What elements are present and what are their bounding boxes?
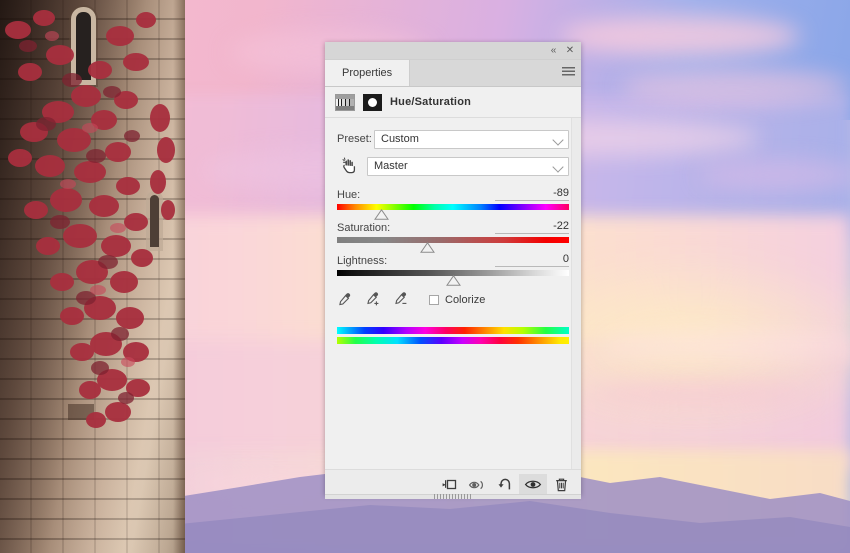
chevron-down-icon	[552, 160, 564, 173]
lightness-slider-track[interactable]	[337, 270, 569, 286]
tab-properties[interactable]: Properties	[325, 60, 411, 86]
source-hue-spectrum-bar[interactable]	[337, 327, 569, 334]
colorize-label: Colorize	[445, 293, 486, 306]
result-hue-spectrum-bar[interactable]	[337, 337, 569, 344]
hue-value-field[interactable]: -89	[495, 187, 569, 201]
spectrum-bars	[325, 327, 581, 344]
panel-vertical-scrollbar[interactable]	[571, 118, 581, 469]
preset-dropdown[interactable]: Custom	[374, 129, 569, 149]
channel-row: Master	[325, 155, 581, 177]
lightness-value: 0	[562, 253, 569, 265]
saturation-gradient-bar	[337, 237, 569, 243]
panel-title-bar: « ✕	[325, 42, 581, 60]
channel-value: Master	[374, 160, 408, 172]
cloud	[600, 330, 850, 360]
lightness-value-field[interactable]: 0	[495, 253, 569, 267]
hue-slider-track[interactable]	[337, 204, 569, 220]
colorize-checkbox-box[interactable]	[429, 294, 439, 305]
adjustment-header: Hue/Saturation	[325, 87, 581, 118]
hue-gradient-bar	[337, 204, 569, 210]
cloud	[590, 380, 810, 406]
saturation-value-field[interactable]: -22	[495, 220, 569, 234]
tab-properties-label: Properties	[342, 67, 393, 79]
clip-to-layer-button[interactable]	[435, 474, 463, 496]
panel-tab-bar: Properties	[325, 60, 581, 87]
adjustment-title: Hue/Saturation	[390, 96, 472, 108]
lightness-label: Lightness:	[337, 255, 388, 267]
hue-slider-thumb[interactable]	[374, 209, 390, 220]
preset-label: Preset:	[337, 133, 372, 145]
preset-row: Preset: Custom	[325, 128, 581, 150]
on-image-adjustment-hand-icon[interactable]	[337, 156, 361, 176]
layer-mask-thumbnail-icon[interactable]	[363, 93, 382, 111]
saturation-slider-track[interactable]	[337, 237, 569, 253]
view-previous-state-button[interactable]	[463, 474, 491, 496]
eyedropper-subtract-from-sample-icon[interactable]	[393, 292, 408, 307]
close-panel-button[interactable]: ✕	[563, 44, 577, 57]
eyedropper-sample-icon[interactable]	[337, 292, 352, 307]
panel-body: Preset: Custom Master Hue: -89 Saturatio…	[325, 118, 581, 469]
hue-slider-block: Hue: -89	[325, 186, 581, 220]
chevron-down-icon	[552, 133, 564, 146]
collapse-to-icons-button[interactable]: «	[546, 44, 560, 57]
hue-value: -89	[553, 187, 569, 199]
toggle-layer-visibility-button[interactable]	[519, 473, 547, 496]
saturation-value: -22	[553, 220, 569, 232]
lightness-slider-thumb[interactable]	[445, 275, 461, 286]
cloud	[620, 70, 850, 104]
delete-adjustment-layer-button[interactable]	[547, 474, 575, 496]
saturation-label: Saturation:	[337, 222, 391, 234]
preset-value: Custom	[381, 133, 419, 145]
eyedropper-row: Colorize	[325, 292, 581, 307]
saturation-slider-block: Saturation: -22	[325, 219, 581, 253]
cloud	[700, 160, 850, 190]
eyedropper-add-to-sample-icon[interactable]	[365, 292, 380, 307]
properties-panel[interactable]: « ✕ Properties Hue/Saturation Preset: Cu…	[325, 42, 581, 499]
colorize-checkbox[interactable]: Colorize	[429, 294, 485, 306]
stone-tower	[0, 0, 185, 553]
lightness-slider-block: Lightness: 0	[325, 252, 581, 286]
red-ivy-vines	[5, 10, 175, 428]
panel-menu-icon[interactable]	[562, 67, 575, 78]
channel-dropdown[interactable]: Master	[367, 156, 569, 176]
hue-label: Hue:	[337, 189, 361, 201]
cloud	[560, 16, 800, 56]
reset-adjustment-button[interactable]	[491, 474, 519, 496]
adjustment-layer-thumbnail-icon[interactable]	[335, 93, 355, 111]
panel-resize-grip[interactable]	[434, 494, 472, 499]
saturation-slider-thumb[interactable]	[420, 242, 435, 253]
